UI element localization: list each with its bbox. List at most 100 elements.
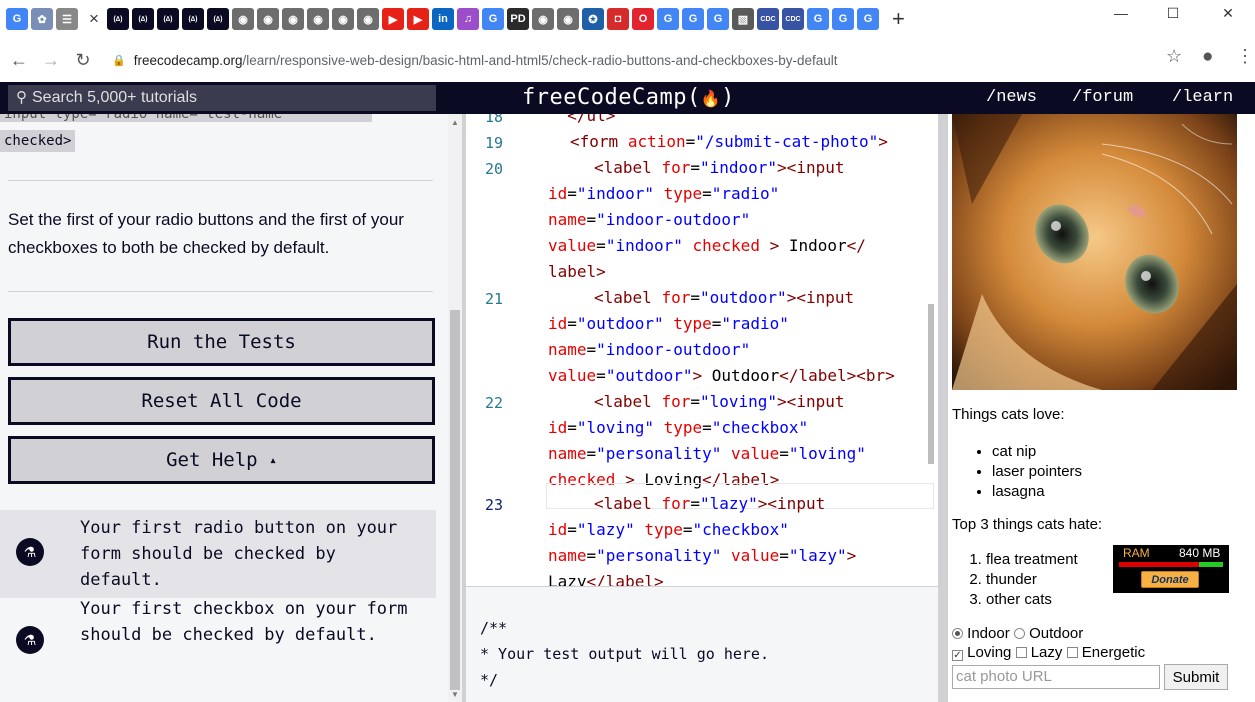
fcc-icon[interactable]: (∆) xyxy=(207,8,229,30)
checkbox-lazy[interactable] xyxy=(1015,647,1027,658)
radio-indoor[interactable] xyxy=(952,628,963,639)
instructions-scrollbar[interactable]: ▲ ▼ xyxy=(448,114,462,702)
extension-icon[interactable]: ✿ xyxy=(31,8,53,30)
test-output: /** * Your test output will go here. */ xyxy=(466,586,938,702)
new-tab-button[interactable]: + xyxy=(892,6,905,32)
circle-icon[interactable]: ◉ xyxy=(282,8,304,30)
pd-icon[interactable]: PD xyxy=(507,8,529,30)
close-tab-icon[interactable]: × xyxy=(85,8,103,30)
youtube-icon[interactable]: ▶ xyxy=(382,8,404,30)
google-icon[interactable]: G xyxy=(657,8,679,30)
cdc-icon[interactable]: CDC xyxy=(757,8,779,30)
circle-icon[interactable]: ◉ xyxy=(232,8,254,30)
fcc-icon[interactable]: (∆) xyxy=(157,8,179,30)
code-editor[interactable]: 18 </ul> 19 <form action="/submit-cat-ph… xyxy=(466,114,938,586)
bookmark-star-icon[interactable]: ☆ xyxy=(1166,46,1182,67)
checkbox-loving[interactable]: ✓ xyxy=(952,650,963,661)
url-domain: freecodecamp.org xyxy=(133,52,243,68)
caret-up-icon: ▴ xyxy=(269,452,277,468)
code-line: id="indoor" type="radio" xyxy=(548,184,780,203)
fcc-icon[interactable]: (∆) xyxy=(107,8,129,30)
donate-button[interactable]: Donate xyxy=(1141,571,1199,588)
url-path: /learn/responsive-web-design/basic-html-… xyxy=(242,52,838,68)
divider xyxy=(8,291,433,292)
menu-kebab-icon[interactable]: ⋮ xyxy=(1236,46,1254,67)
code-line: <label for="loving"><input xyxy=(594,392,845,411)
google-icon[interactable]: G xyxy=(682,8,704,30)
checkbox-label: Energetic xyxy=(1081,644,1146,661)
fcc-icon[interactable]: (∆) xyxy=(132,8,154,30)
cdc-icon[interactable]: CDC xyxy=(782,8,804,30)
forward-icon[interactable]: → xyxy=(38,50,64,71)
editor-scrollbar-thumb[interactable] xyxy=(928,304,934,464)
hate-list: flea treatment thunder other cats xyxy=(986,550,1078,610)
flask-icon: ⚗ xyxy=(16,538,44,566)
profile-icon[interactable]: ● xyxy=(1202,46,1213,68)
linkedin-icon[interactable]: in xyxy=(432,8,454,30)
google-icon[interactable]: G xyxy=(807,8,829,30)
flame-icon: 🔥 xyxy=(700,89,722,108)
nav-news[interactable]: /news xyxy=(986,88,1037,107)
list-item: laser pointers xyxy=(992,462,1082,482)
circle-icon[interactable]: ◉ xyxy=(257,8,279,30)
scroll-down-icon[interactable]: ▼ xyxy=(451,690,459,699)
circle-icon[interactable]: ◉ xyxy=(532,8,554,30)
code-line: name="indoor-outdoor" xyxy=(548,340,751,359)
code-line: name="indoor-outdoor" xyxy=(548,210,751,229)
line-number: 23 xyxy=(484,496,504,514)
output-line: /** xyxy=(480,619,508,637)
code-line: id="loving" type="checkbox" xyxy=(548,418,809,437)
circle-icon[interactable]: ◉ xyxy=(357,8,379,30)
opera-icon[interactable]: O xyxy=(632,8,654,30)
flask-icon: ⚗ xyxy=(16,626,44,654)
maximize-icon[interactable]: ☐ xyxy=(1150,0,1196,26)
radio-label: Outdoor xyxy=(1029,625,1084,642)
list-icon[interactable]: ☰ xyxy=(56,8,78,30)
radio-outdoor[interactable] xyxy=(1013,628,1025,639)
nav-forum[interactable]: /forum xyxy=(1072,88,1133,107)
fcc-icon[interactable]: (∆) xyxy=(182,8,204,30)
image-icon[interactable]: ▧ xyxy=(732,8,754,30)
cat-photo[interactable] xyxy=(952,114,1237,390)
google-icon[interactable]: G xyxy=(482,8,504,30)
nav-learn[interactable]: /learn xyxy=(1172,88,1233,107)
code-line: <label for="lazy"><input xyxy=(594,494,826,513)
code-line: <label for="outdoor"><input xyxy=(594,288,855,307)
pane-divider[interactable] xyxy=(938,114,948,702)
code-line: value="outdoor"> Outdoor</label><br> xyxy=(548,366,895,385)
search-input[interactable]: ⚲ Search 5,000+ tutorials xyxy=(8,85,436,111)
google-icon[interactable]: G xyxy=(707,8,729,30)
checkbox-energetic[interactable] xyxy=(1066,647,1078,658)
submit-button[interactable]: Submit xyxy=(1164,664,1228,690)
code-line: name="personality" value="lazy"> xyxy=(548,546,857,565)
tab-strip: G ✿ ☰ × (∆) (∆) (∆) (∆) (∆) ◉ ◉ ◉ ◉ ◉ ◉ ▶ ▶ in ♫ G PD ◉ ◉ ✪ ◘ O G G… xyxy=(0,0,1255,38)
list-item: cat nip xyxy=(992,442,1082,462)
minimize-icon[interactable]: — xyxy=(1098,0,1144,26)
run-tests-button[interactable]: Run the Tests xyxy=(8,318,435,366)
cat-photo-url-input[interactable]: cat photo URL xyxy=(952,665,1160,689)
address-bar[interactable]: 🔒 freecodecamp.org/learn/responsive-web-… xyxy=(112,47,1112,73)
close-window-icon[interactable]: ✕ xyxy=(1205,0,1251,26)
google-icon[interactable]: G xyxy=(6,8,28,30)
get-help-button[interactable]: Get Help ▴ xyxy=(8,436,435,484)
ram-widget: RAM 840 MB Donate xyxy=(1113,545,1229,593)
hate-heading: Top 3 things cats hate: xyxy=(952,516,1103,533)
square-record-icon[interactable]: ◘ xyxy=(607,8,629,30)
circle-icon[interactable]: ◉ xyxy=(332,8,354,30)
code-line: value="indoor" checked > Indoor</ xyxy=(548,236,866,255)
google-icon[interactable]: G xyxy=(832,8,854,30)
checkbox-label: Loving xyxy=(967,644,1012,661)
reset-code-button[interactable]: Reset All Code xyxy=(8,377,435,425)
podcast-icon[interactable]: ♫ xyxy=(457,8,479,30)
back-icon[interactable]: ← xyxy=(6,50,32,71)
scrollbar-thumb[interactable] xyxy=(450,310,460,690)
scroll-up-icon[interactable]: ▲ xyxy=(451,118,459,127)
circle-icon[interactable]: ◉ xyxy=(307,8,329,30)
google-icon[interactable]: G xyxy=(857,8,879,30)
test-text: Your first radio button on your form sho… xyxy=(80,518,398,590)
circle-icon[interactable]: ◉ xyxy=(557,8,579,30)
youtube-icon[interactable]: ▶ xyxy=(407,8,429,30)
fcc-logo[interactable]: freeCodeCamp(🔥) xyxy=(522,85,735,110)
reload-icon[interactable]: ↻ xyxy=(70,50,96,71)
gear-badge-icon[interactable]: ✪ xyxy=(582,8,604,30)
